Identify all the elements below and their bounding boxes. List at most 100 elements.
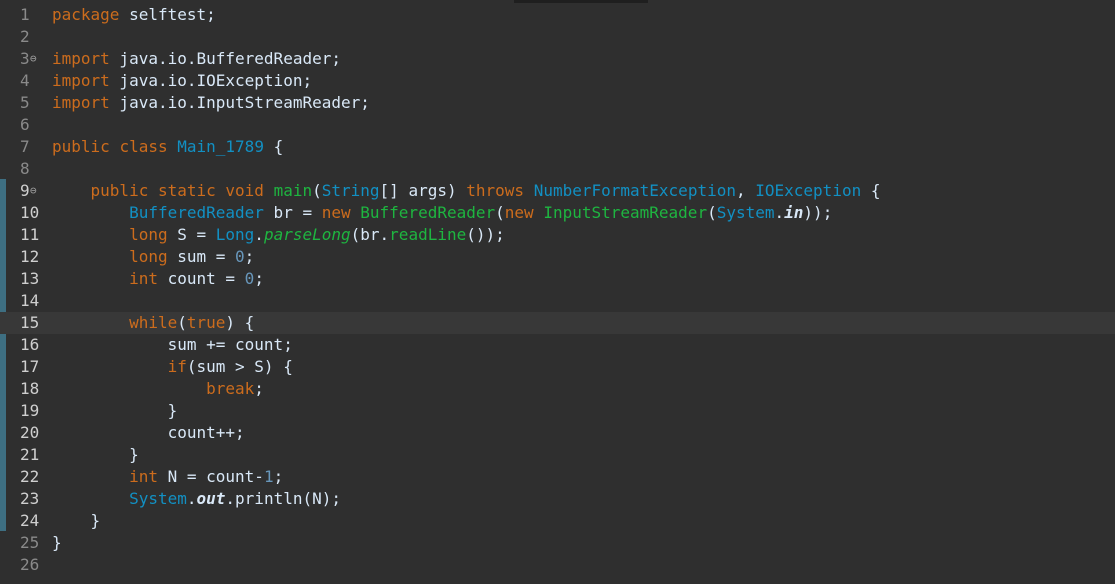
code-line[interactable]: 7 public class Main_1789 { [0, 136, 1115, 158]
code-token: N = count- [157, 467, 264, 486]
code-line[interactable]: 24 } [0, 510, 1115, 532]
code-text[interactable]: System.out.println(N); [52, 488, 341, 510]
fold-toggle-icon[interactable]: ⊖ [30, 180, 42, 202]
code-editor[interactable]: 1 package selftest; 2 3 ⊖ import java.io.Buff… [0, 0, 1115, 584]
code-line[interactable]: 11 long S = Long.parseLong(br.readLine()… [0, 224, 1115, 246]
line-number: 25 [20, 533, 40, 552]
code-token: parseLong [263, 225, 351, 244]
code-text[interactable]: while(true) { [52, 312, 254, 334]
code-token: . [186, 489, 197, 508]
code-token: IOException [755, 181, 862, 200]
code-line[interactable]: 2 [0, 26, 1115, 48]
code-text[interactable]: if(sum > S) { [52, 356, 293, 378]
code-token: sum = [167, 247, 236, 266]
code-token: )); [803, 203, 833, 222]
code-text[interactable]: } [52, 400, 178, 422]
line-number: 21 [20, 445, 40, 464]
code-token: package [52, 5, 120, 24]
code-text[interactable]: long S = Long.parseLong(br.readLine()); [52, 224, 505, 246]
line-number: 24 [20, 511, 40, 530]
line-number: 13 [20, 269, 40, 288]
code-text[interactable]: break; [52, 378, 264, 400]
code-line[interactable]: 17 if(sum > S) { [0, 356, 1115, 378]
code-token: [] [379, 181, 409, 200]
code-line[interactable]: 23 System.out.println(N); [0, 488, 1115, 510]
code-line[interactable]: 8 [0, 158, 1115, 180]
code-line[interactable]: 6 [0, 114, 1115, 136]
code-token: . [774, 203, 785, 222]
code-token: ( [312, 181, 322, 200]
fold-toggle-icon[interactable]: ⊖ [30, 48, 42, 70]
code-line[interactable]: 18 break; [0, 378, 1115, 400]
code-token: ; [254, 269, 264, 288]
editor-tab-strip [514, 0, 648, 3]
code-text[interactable]: package selftest; [52, 4, 216, 26]
code-token: ) { [225, 313, 255, 332]
code-token: true [186, 313, 226, 332]
code-line[interactable]: 19 } [0, 400, 1115, 422]
code-token: { [861, 181, 881, 200]
code-line[interactable]: 22 int N = count-1; [0, 466, 1115, 488]
code-token: public [90, 181, 149, 200]
code-text[interactable]: long sum = 0; [52, 246, 254, 268]
code-text[interactable]: } [52, 510, 101, 532]
code-line[interactable]: 12 long sum = 0; [0, 246, 1115, 268]
code-line[interactable]: 4 import java.io.IOException; [0, 70, 1115, 92]
code-token: java.io.BufferedReader; [109, 49, 341, 68]
code-token: main [273, 181, 313, 200]
code-line[interactable]: 10 BufferedReader br = new BufferedReade… [0, 202, 1115, 224]
code-text[interactable]: int count = 0; [52, 268, 264, 290]
code-line[interactable]: 3 ⊖ import java.io.BufferedReader; [0, 48, 1115, 70]
code-token: sum += count; [52, 335, 293, 354]
code-token: java.io.IOException; [109, 71, 313, 90]
code-token: in [784, 203, 804, 222]
line-number: 18 [20, 379, 40, 398]
code-line[interactable]: 26 [0, 554, 1115, 576]
code-line[interactable]: 14 [0, 290, 1115, 312]
line-number: 14 [20, 291, 40, 310]
line-number: 11 [20, 225, 40, 244]
code-line[interactable]: 15 while(true) { [0, 312, 1115, 334]
code-text[interactable]: } [52, 532, 62, 554]
code-text[interactable]: count++; [52, 422, 245, 444]
code-line[interactable]: 20 count++; [0, 422, 1115, 444]
code-line[interactable]: 5 import java.io.InputStreamReader; [0, 92, 1115, 114]
code-text[interactable]: import java.io.BufferedReader; [52, 48, 341, 70]
code-line[interactable]: 21 } [0, 444, 1115, 466]
code-token: long [129, 247, 168, 266]
code-token: int [129, 269, 158, 288]
code-text[interactable]: public class Main_1789 { [52, 136, 283, 158]
code-text[interactable]: sum += count; [52, 334, 293, 356]
code-line[interactable]: 13 int count = 0; [0, 268, 1115, 290]
code-line[interactable]: 9 ⊖ public static void main(String[] args… [0, 180, 1115, 202]
code-text[interactable]: BufferedReader br = new BufferedReader(n… [52, 202, 832, 224]
code-token: if [167, 357, 187, 376]
code-token: long [129, 225, 168, 244]
code-text[interactable]: import java.io.IOException; [52, 70, 312, 92]
code-line[interactable]: 25} [0, 532, 1115, 554]
code-text[interactable]: import java.io.InputStreamReader; [52, 92, 370, 114]
code-text[interactable]: public static void main(String[] args) t… [52, 180, 881, 202]
code-token: ; [254, 379, 264, 398]
code-token: String [321, 181, 380, 200]
code-token: { [263, 137, 284, 156]
code-line[interactable]: 1 package selftest; [0, 4, 1115, 26]
code-token: br = [263, 203, 322, 222]
line-number: 20 [20, 423, 40, 442]
code-line[interactable]: 16 sum += count; [0, 334, 1115, 356]
line-number: 15 [20, 313, 40, 332]
code-token: ( [707, 203, 717, 222]
code-token: while [129, 313, 178, 332]
code-token: public [52, 137, 110, 156]
line-number: 4 [20, 71, 30, 90]
code-text[interactable]: } [52, 444, 139, 466]
code-text[interactable]: int N = count-1; [52, 466, 283, 488]
code-token: ()); [466, 225, 505, 244]
